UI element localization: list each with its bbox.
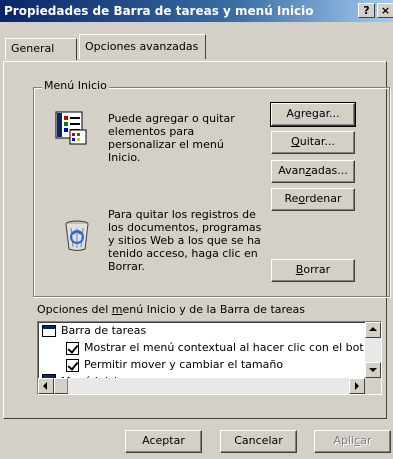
taskbar-folder-icon [42,325,56,337]
up-arrow-icon [369,327,377,331]
list-item-allow-move[interactable]: Permitir mover y cambiar el tamaño [66,357,283,373]
clear-description: Para quitar los registros de los documen… [108,208,262,273]
scroll-up-button[interactable] [365,322,381,338]
start-menu-legend: Menú Inicio [42,79,109,92]
list-item-context-menu[interactable]: Mostrar el menú contextual al hacer clic… [66,340,364,356]
allow-move-checkbox[interactable] [66,358,79,372]
tab-advanced-options[interactable]: Opciones avanzadas [79,34,206,59]
tab-advanced-options-label: Opciones avanzadas [85,40,199,53]
list-item-taskbar[interactable]: Barra de tareas [42,323,146,339]
start-menu-icon [54,110,90,146]
advanced-button[interactable]: Avanzadas... [271,160,355,183]
left-arrow-icon [43,382,47,390]
apply-button[interactable]: Aplicar [314,430,391,453]
right-arrow-icon [355,382,359,390]
help-button[interactable]: ? [358,3,375,18]
scroll-right-button[interactable] [349,378,365,394]
add-button[interactable]: Agregar... [270,102,356,127]
ok-button[interactable]: Aceptar [125,430,202,453]
scroll-corner [365,378,381,394]
remove-button[interactable]: Quitar... [271,131,355,154]
close-button[interactable]: × [377,3,393,18]
recycle-bin-icon [60,218,94,252]
options-listbox[interactable]: Barra de tareas Mostrar el menú contextu… [37,321,382,395]
tab-general[interactable]: General [5,38,77,60]
scroll-thumb[interactable] [54,378,68,394]
scroll-down-button[interactable] [365,362,381,378]
properties-dialog: Propiedades de Barra de tareas y menú In… [0,0,393,459]
window-title: Propiedades de Barra de tareas y menú In… [4,4,314,18]
horizontal-scrollbar[interactable] [38,378,365,394]
sort-button[interactable]: Reordenar [271,188,355,211]
tab-general-label: General [11,42,55,55]
cancel-button[interactable]: Cancelar [220,430,297,453]
context-menu-checkbox[interactable] [66,341,79,355]
down-arrow-icon [369,368,377,372]
customize-description: Puede agregar o quitar elementos para pe… [108,112,235,164]
title-bar[interactable]: Propiedades de Barra de tareas y menú In… [0,0,393,22]
options-label: Opciones del menú Inicio y de la Barra d… [37,303,306,316]
scroll-left-button[interactable] [38,378,54,394]
clear-button[interactable]: Borrar [271,259,355,282]
